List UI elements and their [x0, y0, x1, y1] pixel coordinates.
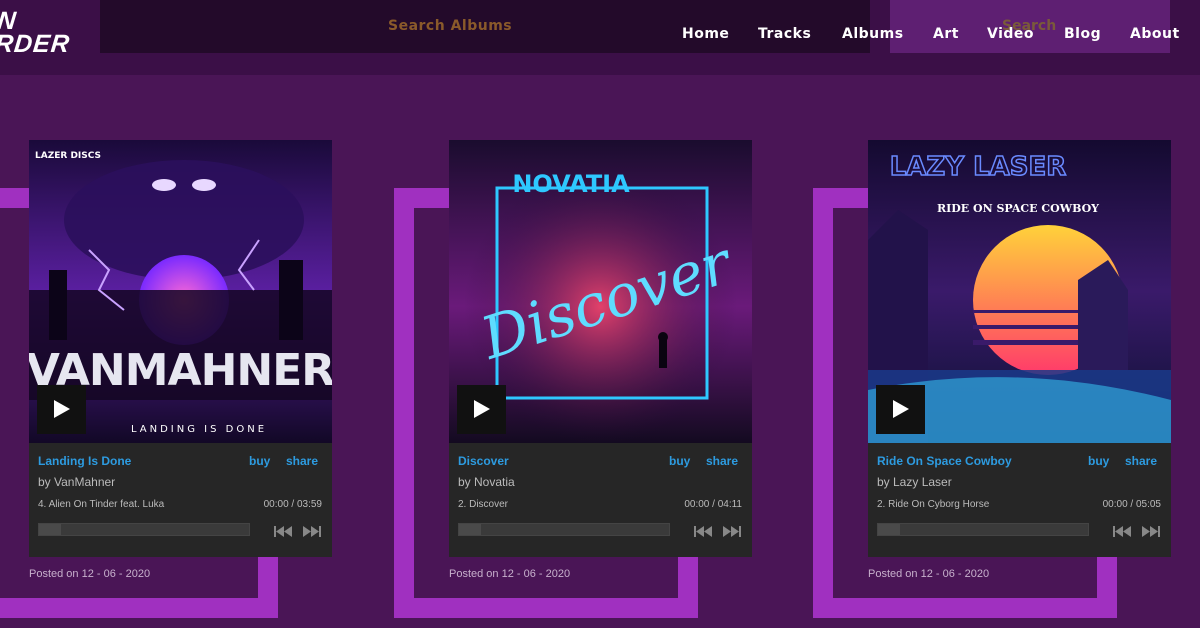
progress-thumb-2[interactable] [459, 524, 481, 535]
posted-date-1: Posted on 12 - 06 - 2020 [29, 568, 151, 580]
next-track-icon[interactable] [723, 523, 741, 542]
progress-bar-1[interactable] [38, 523, 250, 536]
cover-sub-1: LANDING IS DONE [131, 424, 267, 435]
track-name-3: 2. Ride On Cyborg Horse [877, 499, 990, 510]
play-button-3[interactable] [876, 385, 925, 434]
main-nav: Home Tracks Albums Art Video Blog About [0, 26, 1200, 46]
buy-link-3[interactable]: buy [1088, 454, 1109, 468]
progress-bar-2[interactable] [458, 523, 670, 536]
album-title-2[interactable]: Discover [458, 454, 509, 468]
play-icon [893, 400, 909, 418]
cover-title-2: NOVATIA [512, 170, 630, 198]
play-icon [474, 400, 490, 418]
album-cover-1[interactable]: VANMAHNER LANDING IS DONE LAZER DISCS [29, 140, 332, 443]
previous-track-icon[interactable] [1113, 523, 1131, 542]
album-artist-1: by VanMahner [38, 475, 116, 489]
play-button-1[interactable] [37, 385, 86, 434]
previous-track-icon[interactable] [694, 523, 712, 542]
track-time-3: 00:00 / 05:05 [1102, 499, 1161, 510]
play-button-2[interactable] [457, 385, 506, 434]
share-link-3[interactable]: share [1125, 454, 1157, 468]
posted-date-3: Posted on 12 - 06 - 2020 [868, 568, 990, 580]
progress-thumb-1[interactable] [39, 524, 61, 535]
nav-tracks[interactable]: Tracks [758, 26, 811, 42]
nav-art[interactable]: Art [933, 26, 959, 42]
cover-badge-1: LAZER DISCS [35, 151, 101, 161]
track-time-1: 00:00 / 03:59 [263, 499, 322, 510]
nav-video[interactable]: Video [987, 26, 1034, 42]
nav-home[interactable]: Home [682, 26, 729, 42]
share-link-1[interactable]: share [286, 454, 318, 468]
next-track-icon[interactable] [1142, 523, 1160, 542]
album-title-1[interactable]: Landing Is Done [38, 454, 131, 468]
album-artist-2: by Novatia [458, 475, 515, 489]
cover-sub-3: RIDE ON SPACE COWBOY [937, 202, 1099, 215]
album-card-3: LAZY LASER RIDE ON SPACE COWBOY Ride On … [868, 140, 1171, 557]
cover-title-3: LAZY LASER [890, 152, 1067, 182]
album-title-3[interactable]: Ride On Space Cowboy [877, 454, 1012, 468]
posted-date-2: Posted on 12 - 06 - 2020 [449, 568, 571, 580]
nav-about[interactable]: About [1130, 26, 1180, 42]
track-name-1: 4. Alien On Tinder feat. Luka [38, 499, 165, 510]
nav-albums[interactable]: Albums [842, 26, 904, 42]
share-link-2[interactable]: share [706, 454, 738, 468]
track-time-2: 00:00 / 04:11 [684, 499, 742, 510]
progress-thumb-3[interactable] [878, 524, 900, 535]
album-card-2: NOVATIA Discover Discover buy share by N… [449, 140, 752, 557]
play-icon [54, 400, 70, 418]
next-track-icon[interactable] [303, 523, 321, 542]
buy-link-2[interactable]: buy [669, 454, 690, 468]
previous-track-icon[interactable] [274, 523, 292, 542]
album-cover-3[interactable]: LAZY LASER RIDE ON SPACE COWBOY [868, 140, 1171, 443]
buy-link-1[interactable]: buy [249, 454, 270, 468]
album-card-1: VANMAHNER LANDING IS DONE LAZER DISCS La… [29, 140, 332, 557]
album-cover-2[interactable]: NOVATIA Discover [449, 140, 752, 443]
progress-bar-3[interactable] [877, 523, 1089, 536]
track-name-2: 2. Discover [458, 499, 509, 510]
nav-blog[interactable]: Blog [1064, 26, 1101, 42]
album-artist-3: by Lazy Laser [877, 475, 952, 489]
